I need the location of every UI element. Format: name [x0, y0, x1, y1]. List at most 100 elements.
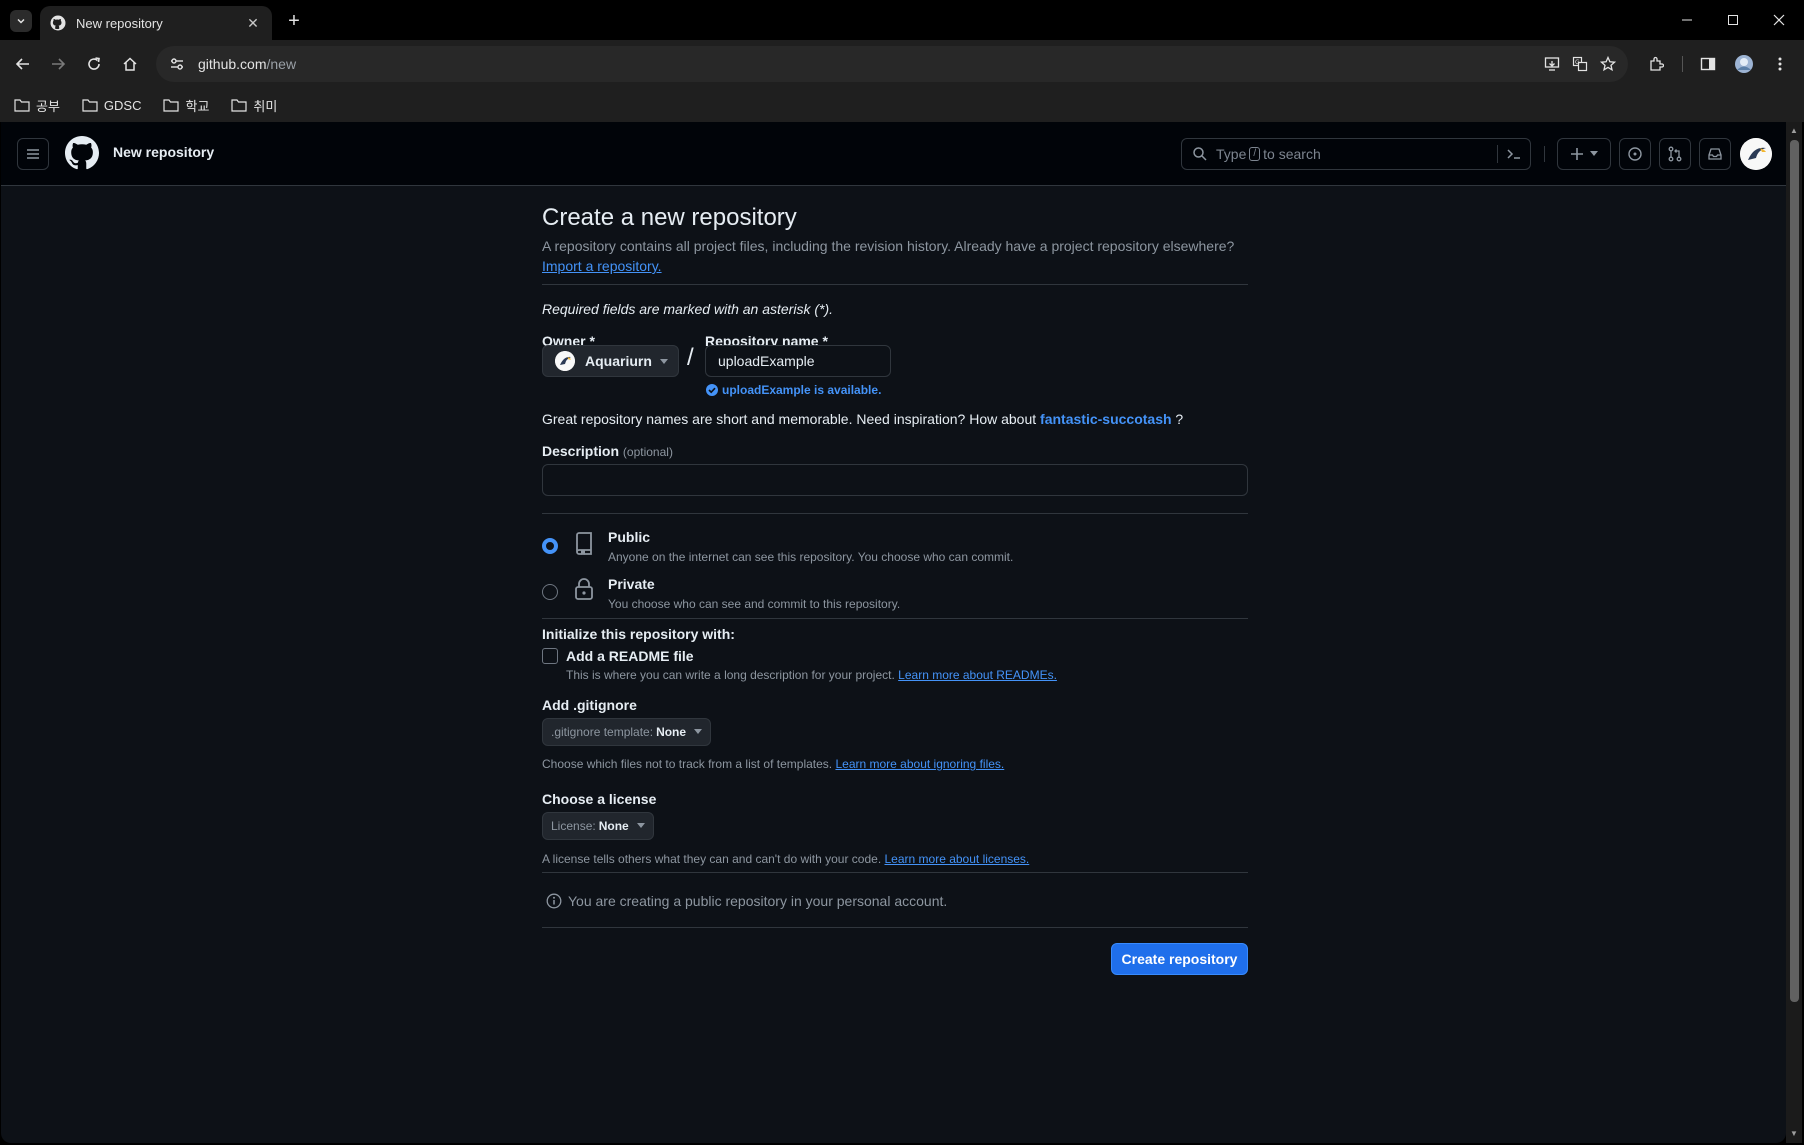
inspiration-end: ?: [1175, 411, 1184, 427]
gitignore-prefix: .gitignore template:: [551, 725, 654, 739]
availability-message: uploadExample is available.: [706, 383, 881, 397]
install-app-icon[interactable]: [1540, 52, 1564, 76]
url-host: github.com: [198, 56, 267, 72]
description-label: Description (optional): [542, 443, 673, 459]
bookmark-label: GDSC: [103, 97, 142, 113]
scrollbar-thumb[interactable]: [1790, 140, 1799, 1002]
minimize-icon[interactable]: [1664, 8, 1710, 32]
lead-text: A repository contains all project files,…: [542, 238, 1235, 254]
availability-text: uploadExample is available.: [722, 383, 882, 397]
owner-select[interactable]: Aquariurn: [542, 345, 679, 377]
url-path: /new: [266, 56, 297, 72]
forward-icon[interactable]: [44, 50, 72, 78]
hamburger-menu-icon[interactable]: [17, 138, 49, 170]
bookmark-label: 공부: [36, 98, 60, 114]
license-desc: A license tells others what they can and…: [542, 852, 882, 866]
user-avatar[interactable]: [1740, 138, 1772, 170]
bookmarks-bar: 공부 GDSC 학교 취미: [0, 88, 1804, 122]
license-label: Choose a license: [542, 791, 657, 807]
create-new-button[interactable]: [1557, 138, 1611, 170]
gitignore-template-select[interactable]: .gitignore template: None: [542, 718, 712, 746]
owner-repo-separator: /: [687, 344, 694, 371]
chevron-down-icon: [636, 823, 645, 828]
owner-value: Aquariurn: [585, 353, 652, 369]
page-title: Create a new repository: [542, 204, 797, 231]
pull-requests-icon[interactable]: [1659, 138, 1691, 170]
notice-text: You are creating a public repository in …: [568, 893, 948, 909]
command-palette-icon[interactable]: [1506, 147, 1522, 161]
extensions-icon[interactable]: [1642, 50, 1670, 78]
description-label-text: Description: [542, 443, 620, 459]
address-bar[interactable]: github.com/new G: [156, 46, 1628, 82]
public-radio[interactable]: [542, 538, 558, 554]
reload-icon[interactable]: [80, 50, 108, 78]
license-value: None: [598, 819, 629, 833]
learn-readmes-link[interactable]: Learn more about READMEs.: [898, 668, 1057, 682]
search-shortcut-key: /: [1249, 147, 1261, 161]
check-circle-icon: [706, 384, 718, 396]
scroll-down-icon[interactable]: ▼: [1790, 1129, 1798, 1138]
side-panel-icon[interactable]: [1694, 50, 1722, 78]
divider: [542, 618, 1248, 619]
inbox-icon[interactable]: [1699, 138, 1731, 170]
github-logo-icon[interactable]: [65, 136, 99, 170]
private-desc: You choose who can see and commit to thi…: [608, 597, 901, 611]
inspiration-text: Great repository names are short and mem…: [542, 411, 1183, 427]
description-input[interactable]: [542, 464, 1248, 496]
bookmark-folder[interactable]: GDSC: [82, 97, 142, 113]
bookmark-star-icon[interactable]: [1596, 52, 1620, 76]
folder-icon: [82, 99, 98, 112]
readme-label[interactable]: Add a README file: [566, 648, 694, 664]
new-tab-icon[interactable]: +: [282, 10, 306, 34]
github-favicon-icon: [50, 15, 66, 31]
site-info-icon[interactable]: [166, 53, 188, 75]
suggested-name-link[interactable]: fantastic-succotash: [1040, 411, 1171, 427]
search-placeholder-suffix: to search: [1263, 146, 1321, 162]
bookmark-folder[interactable]: 공부: [14, 96, 60, 115]
lock-icon: [575, 578, 593, 600]
bookmark-folder[interactable]: 취미: [231, 96, 277, 115]
license-select[interactable]: License: None: [542, 812, 654, 840]
tab-search-icon[interactable]: [10, 10, 32, 32]
profile-avatar[interactable]: [1730, 50, 1758, 78]
repo-icon: [576, 532, 592, 555]
create-repository-button[interactable]: Create repository: [1111, 943, 1248, 975]
learn-ignoring-files-link[interactable]: Learn more about ignoring files.: [835, 757, 1004, 771]
page-scrollbar[interactable]: ▲ ▼: [1786, 122, 1802, 1143]
scroll-up-icon[interactable]: ▲: [1790, 126, 1798, 135]
private-radio[interactable]: [542, 584, 558, 600]
import-repository-link[interactable]: Import a repository.: [542, 258, 662, 274]
readme-desc: This is where you can write a long descr…: [566, 668, 895, 682]
bookmark-folder[interactable]: 학교: [163, 96, 209, 115]
back-icon[interactable]: [9, 50, 37, 78]
home-icon[interactable]: [116, 50, 144, 78]
required-note: Required fields are marked with an aster…: [542, 301, 834, 317]
inspiration-sentence: Great repository names are short and mem…: [542, 411, 1037, 427]
private-title: Private: [608, 576, 655, 592]
svg-text:G: G: [1575, 59, 1580, 66]
gitignore-label: Add .gitignore: [542, 697, 637, 713]
search-input[interactable]: Type / to search: [1181, 138, 1531, 170]
info-icon: [546, 893, 562, 909]
form-lead: A repository contains all project files,…: [542, 236, 1248, 276]
learn-licenses-link[interactable]: Learn more about licenses.: [885, 852, 1030, 866]
license-prefix: License:: [551, 819, 596, 833]
divider: [542, 513, 1248, 514]
menu-kebab-icon[interactable]: [1766, 50, 1794, 78]
folder-icon: [163, 99, 180, 112]
gitignore-desc: Choose which files not to track from a l…: [542, 757, 833, 771]
browser-tab[interactable]: New repository ✕: [40, 6, 272, 40]
bookmark-label: 학교: [185, 98, 210, 114]
initialize-label: Initialize this repository with:: [542, 626, 735, 642]
readme-checkbox[interactable]: [542, 648, 558, 664]
search-placeholder-prefix: Type: [1216, 146, 1247, 162]
close-window-icon[interactable]: [1756, 8, 1802, 32]
issues-icon[interactable]: [1619, 138, 1651, 170]
translate-icon[interactable]: G: [1568, 52, 1592, 76]
header-context-title[interactable]: New repository: [113, 144, 214, 160]
maximize-icon[interactable]: [1710, 8, 1756, 32]
repository-name-input[interactable]: [705, 345, 891, 377]
bookmark-label: 취미: [253, 98, 278, 114]
tab-close-icon[interactable]: ✕: [244, 15, 262, 32]
description-optional: (optional): [622, 445, 673, 459]
